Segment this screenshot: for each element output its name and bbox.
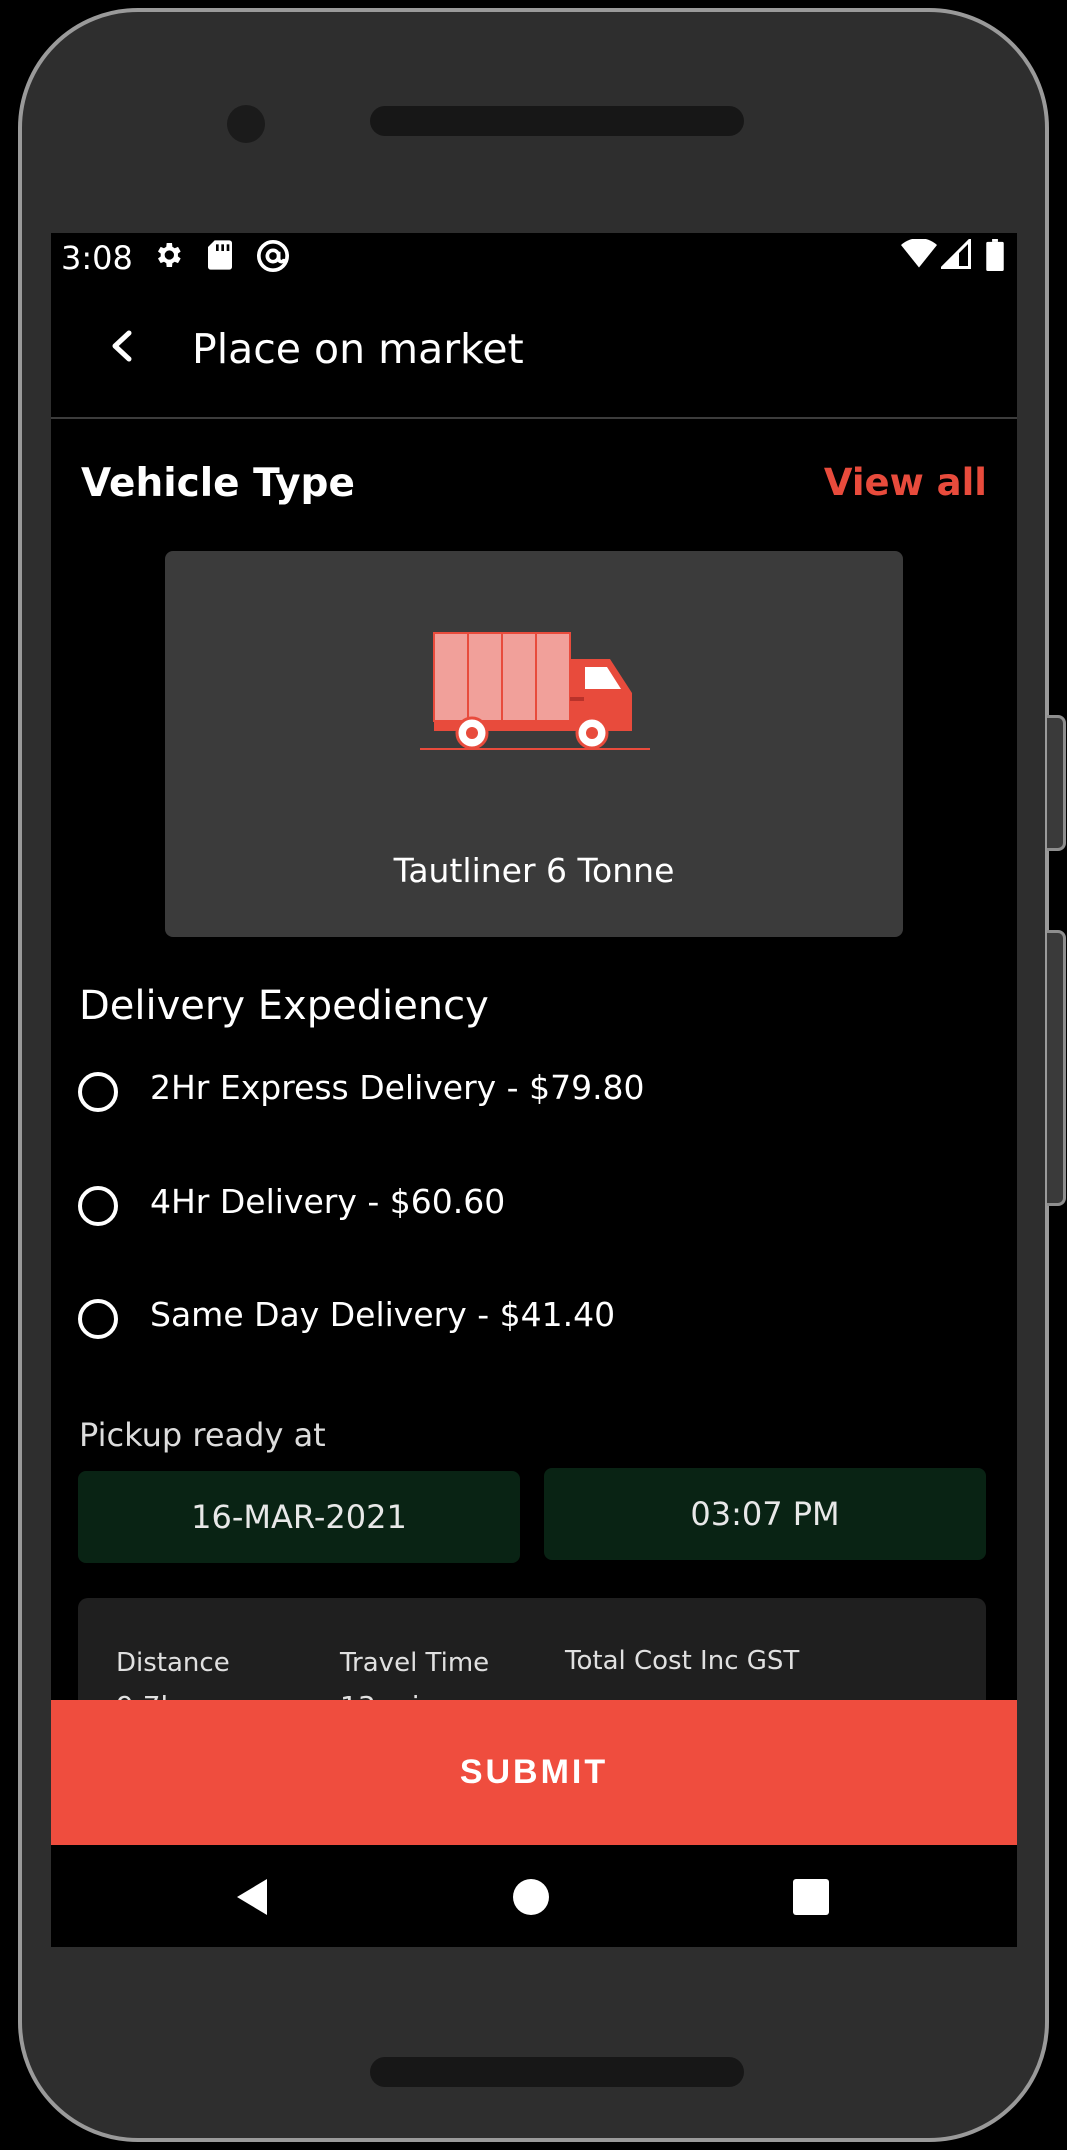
pickup-ready-label: Pickup ready at [79,1416,326,1454]
wifi-icon [901,239,937,268]
volume-button [1047,715,1066,851]
top-speaker [370,106,744,136]
chevron-left-icon[interactable] [87,311,157,381]
page-title: Place on market [192,325,524,373]
battery-icon [986,239,1004,271]
bottom-speaker [370,2057,744,2087]
pickup-time-button[interactable]: 03:07 PM [544,1468,986,1560]
circle-home-icon[interactable] [501,1867,561,1927]
delivery-option-label: 4Hr Delivery - $60.60 [150,1182,506,1221]
travel-time-label: Travel Time [340,1648,490,1678]
delivery-option-label: 2Hr Express Delivery - $79.80 [150,1068,645,1107]
truck-icon [420,632,650,750]
signal-icon [941,239,971,269]
vehicle-name: Tautliner 6 Tonne [393,851,675,890]
radio-button[interactable] [78,1186,118,1226]
status-time: 3:08 [61,239,133,277]
view-all-link[interactable]: View all [824,461,987,504]
radio-button[interactable] [78,1299,118,1339]
square-recents-icon[interactable] [781,1867,841,1927]
delivery-option-2hr[interactable]: 2Hr Express Delivery - $79.80 [78,1058,978,1128]
app-bar: Place on market [51,281,1017,419]
status-bar: 3:08 [51,233,1017,281]
screen: 3:08 Place on market Vehicle Type View a… [51,233,1017,1947]
delivery-option-same-day[interactable]: Same Day Delivery - $41.40 [78,1285,978,1355]
pickup-date-button[interactable]: 16-MAR-2021 [78,1471,520,1563]
distance-label: Distance [116,1648,230,1678]
delivery-option-label: Same Day Delivery - $41.40 [150,1295,616,1334]
delivery-option-4hr[interactable]: 4Hr Delivery - $60.60 [78,1172,978,1242]
total-cost-label: Total Cost Inc GST [565,1646,800,1676]
sd-card-icon [208,240,232,270]
delivery-expediency-heading: Delivery Expediency [79,983,489,1029]
triangle-back-icon[interactable] [223,1867,283,1927]
vehicle-card[interactable]: Tautliner 6 Tonne [165,551,903,937]
power-button [1047,930,1066,1206]
vehicle-type-heading: Vehicle Type [81,461,355,506]
system-nav-bar [51,1845,1017,1947]
gear-icon [158,243,181,267]
front-camera [227,105,265,143]
submit-button[interactable]: SUBMIT [51,1700,1017,1845]
radio-button[interactable] [78,1072,118,1112]
at-sign-icon [256,239,290,273]
